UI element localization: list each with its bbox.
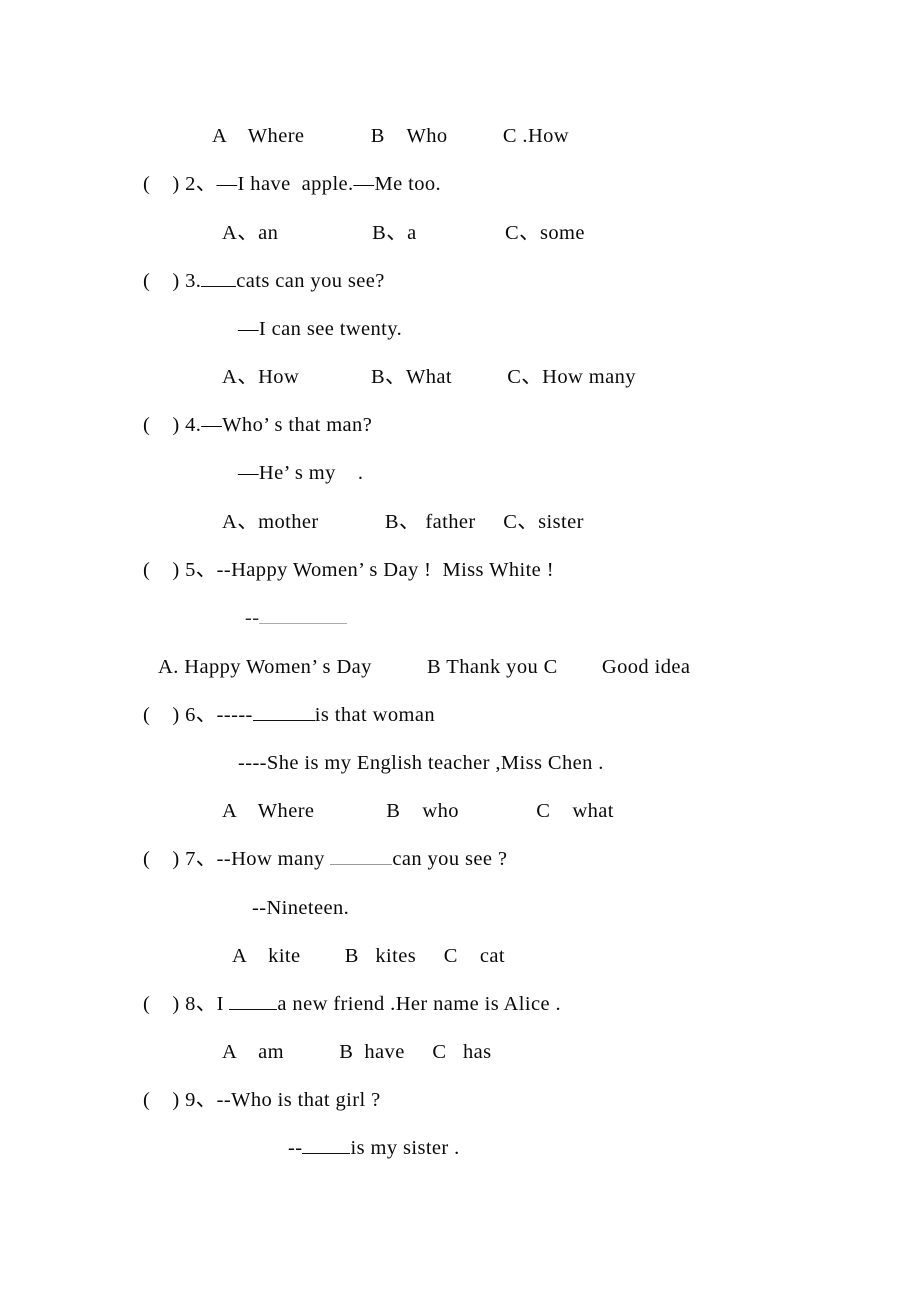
question-6-stem: is that woman xyxy=(314,704,435,726)
question-9-answer-row: -- is my sister . xyxy=(288,1136,460,1160)
question-3-answer: —I can see twenty. xyxy=(238,318,403,340)
question-8-options: A am B have C has xyxy=(222,1041,492,1063)
question-7-options: A kite B kites C cat xyxy=(232,945,505,967)
question-3-blank[interactable] xyxy=(201,269,237,287)
question-5-marker[interactable]: ( ) 5、 xyxy=(143,559,217,581)
question-5-blank[interactable] xyxy=(259,612,348,624)
question-7-stem-prefix: --How many xyxy=(216,848,331,870)
question-4-marker[interactable]: ( ) 4. xyxy=(143,414,201,436)
question-4-stem: —Who’ s that man? xyxy=(201,414,373,436)
question-7-marker[interactable]: ( ) 7、 xyxy=(143,848,217,870)
worksheet-page: A Where B Who C .How ( ) 2、—I have apple… xyxy=(0,0,920,1302)
question-3-options: A、How B、What C、How many xyxy=(222,366,636,388)
question-3-stem: cats can you see? xyxy=(236,270,385,292)
question-6-options: A Where B who C what xyxy=(222,800,614,822)
question-6-stem-dashes: ----- xyxy=(216,704,253,726)
question-1-options: A Where B Who C .How xyxy=(212,125,570,147)
question-7-stem: can you see ? xyxy=(392,848,508,870)
question-6-answer: ----She is my English teacher ,Miss Chen… xyxy=(238,752,604,774)
question-4-options: A、mother B、 father C、sister xyxy=(222,511,584,533)
question-3-marker[interactable]: ( ) 3. xyxy=(143,270,201,292)
question-6-blank[interactable] xyxy=(252,703,315,721)
question-2-options: A、an B、a C、some xyxy=(222,222,585,244)
question-9-row: ( ) 9、--Who is that girl ? xyxy=(143,1088,381,1112)
question-6-marker[interactable]: ( ) 6、 xyxy=(143,704,217,726)
question-8-blank[interactable] xyxy=(229,992,278,1010)
question-5-answer-row: -- xyxy=(245,606,348,630)
question-2-row: ( ) 2、—I have apple.—Me too. xyxy=(143,172,441,196)
question-3-row: ( ) 3. cats can you see? xyxy=(143,269,385,293)
question-7-blank[interactable] xyxy=(330,847,393,865)
question-9-answer-dash: -- xyxy=(288,1137,303,1159)
question-4-row: ( ) 4.—Who’ s that man? xyxy=(143,413,372,437)
question-5-stem: --Happy Women’ s Day ! Miss White ! xyxy=(216,559,554,581)
question-9-blank[interactable] xyxy=(302,1136,351,1154)
question-8-marker[interactable]: ( ) 8、 xyxy=(143,993,217,1015)
question-9-stem: --Who is that girl ? xyxy=(216,1089,381,1111)
question-5-options: A. Happy Women’ s Day B Thank you C Good… xyxy=(158,656,691,678)
question-2-stem: —I have apple.—Me too. xyxy=(216,173,442,195)
question-8-row: ( ) 8、I a new friend .Her name is Alice … xyxy=(143,992,561,1016)
question-8-stem: a new friend .Her name is Alice . xyxy=(277,993,561,1015)
question-9-answer: is my sister . xyxy=(350,1137,460,1159)
question-5-answer-dash: -- xyxy=(245,607,260,629)
question-8-stem-prefix: I xyxy=(216,993,230,1015)
question-9-marker[interactable]: ( ) 9、 xyxy=(143,1089,217,1111)
question-5-row: ( ) 5、--Happy Women’ s Day ! Miss White … xyxy=(143,558,554,582)
question-7-answer: --Nineteen. xyxy=(252,897,350,919)
question-2-marker[interactable]: ( ) 2、 xyxy=(143,173,217,195)
question-7-row: ( ) 7、--How many can you see ? xyxy=(143,847,507,871)
question-4-answer: —He’ s my . xyxy=(238,462,364,484)
question-6-row: ( ) 6、----- is that woman xyxy=(143,703,435,727)
